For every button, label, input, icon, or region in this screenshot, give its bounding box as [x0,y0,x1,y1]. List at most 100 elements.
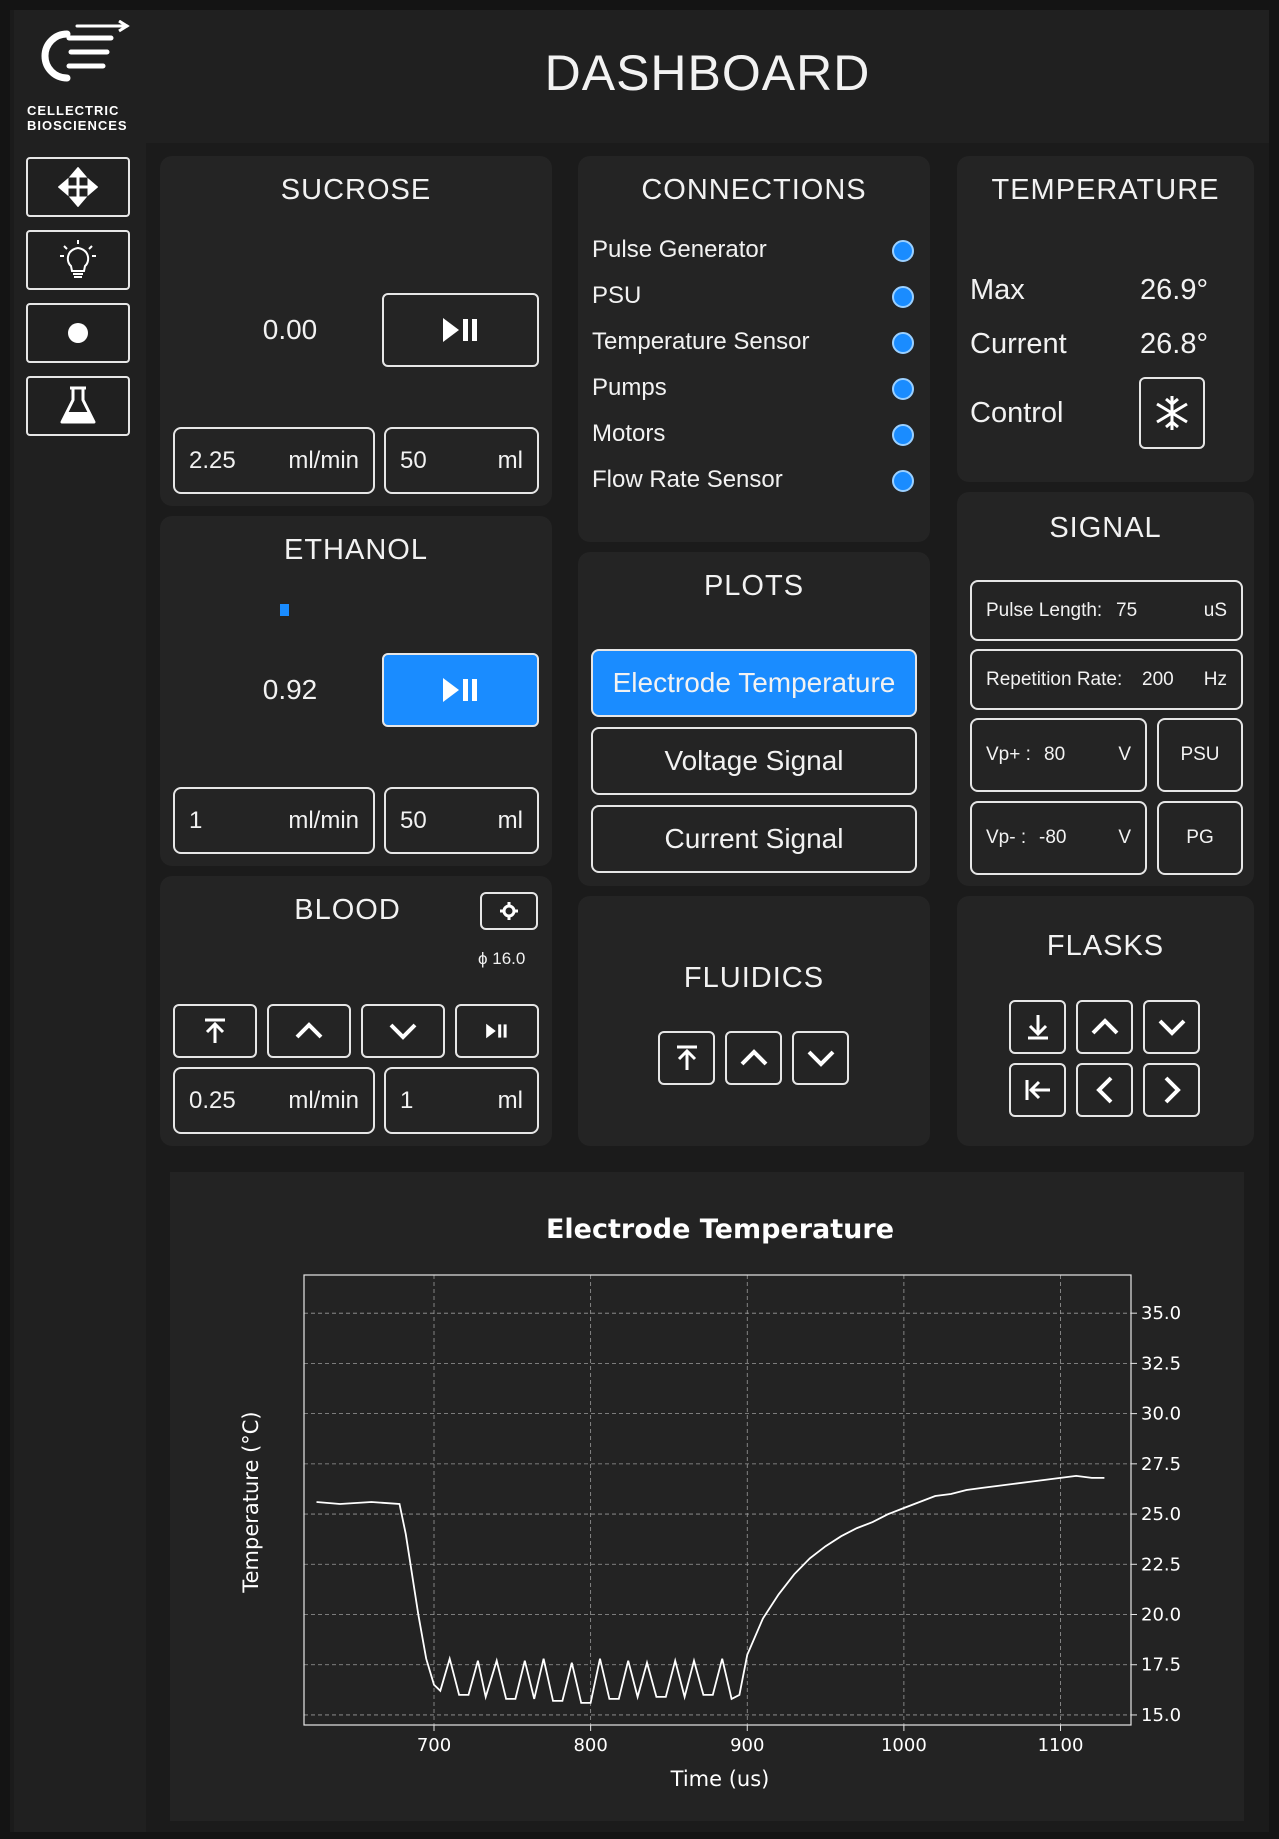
brand-line-1: CELLECTRIC [27,103,120,118]
flask-right-button[interactable] [1143,1063,1200,1117]
status-dot-icon [892,424,914,446]
blood-volume-unit: ml [497,1086,523,1114]
blood-flow-field[interactable]: 0.25 ml/min [173,1067,375,1134]
chart-y-axis-label: Temperature (°C) [239,1411,263,1593]
plot-button-label: Voltage Signal [664,745,844,776]
connection-item: Motors [592,420,914,448]
fluidics-to-top-button[interactable] [658,1031,715,1085]
plot-electrode-temperature-button[interactable]: Electrode Temperature [591,649,917,717]
plot-current-signal-button[interactable]: Current Signal [591,805,917,873]
arrow-to-top-icon [676,1045,697,1070]
flask-up-button[interactable] [1076,1000,1133,1054]
plot-voltage-signal-button[interactable]: Voltage Signal [591,727,917,795]
pulse-length-field[interactable]: Pulse Length: 75 uS [970,580,1243,641]
status-dot-icon [892,240,914,262]
chart-x-tick-label: 1000 [881,1735,927,1756]
sucrose-volume-unit: ml [497,446,523,474]
psu-button[interactable]: PSU [1157,718,1243,792]
connection-item: PSU [592,282,914,310]
chevron-down-icon [1158,1019,1185,1036]
connection-item: Flow Rate Sensor [592,466,914,494]
chart-y-tick-label: 20.0 [1141,1605,1181,1626]
vp-plus-field[interactable]: Vp+ : 80 V [970,718,1147,792]
flask-lower-button[interactable] [1009,1000,1066,1054]
flasks-panel: FLASKS [957,896,1254,1146]
psu-button-label: PSU [1180,744,1220,765]
blood-play-pause-button[interactable] [455,1004,539,1058]
connection-label: Pulse Generator [592,236,767,263]
connection-item: Temperature Sensor [592,328,914,356]
flask-left-button[interactable] [1076,1063,1133,1117]
ethanol-play-pause-button[interactable] [382,653,539,727]
repetition-rate-field[interactable]: Repetition Rate: 200 Hz [970,649,1243,710]
vp-plus-label: Vp+ : [986,744,1031,765]
plot-button-label: Electrode Temperature [612,667,896,698]
fluidics-up-button[interactable] [725,1031,782,1085]
chart-y-tick-label: 30.0 [1141,1404,1181,1425]
chevron-up-icon [1091,1018,1118,1035]
sucrose-play-pause-button[interactable] [382,293,539,367]
chart-y-tick-label: 32.5 [1141,1353,1181,1374]
blood-flow-value: 0.25 [189,1086,236,1114]
vp-minus-field[interactable]: Vp- : -80 V [970,801,1147,875]
temperature-max-label: Max [970,274,1025,306]
status-dot-icon [892,470,914,492]
pg-button[interactable]: PG [1157,801,1243,875]
chevron-down-icon [807,1050,834,1067]
blood-phi-readout: ϕ 16.0 [478,949,526,968]
connections-panel: CONNECTIONS Pulse Generator PSU Temperat… [578,156,930,542]
sucrose-volume-field[interactable]: 50 ml [384,427,539,494]
ethanol-progress-indicator [280,604,289,616]
chevron-up-icon [295,1022,323,1039]
blood-settings-button[interactable] [480,892,538,930]
ethanol-flow-field[interactable]: 1 ml/min [173,787,375,854]
cooling-control-button[interactable] [1139,377,1205,449]
chart-y-tick-label: 27.5 [1141,1454,1181,1475]
move-icon [58,167,98,207]
status-dot-icon [892,286,914,308]
flasks-title: FLASKS [1046,930,1165,962]
sucrose-panel: SUCROSE 0.00 2.25 ml/min 50 ml [160,156,552,506]
plots-title: PLOTS [703,570,805,602]
page-title: DASHBOARD [544,45,871,101]
flask-button[interactable] [26,376,130,436]
record-button[interactable] [26,303,130,363]
blood-up-button[interactable] [267,1004,351,1058]
flask-down-button[interactable] [1143,1000,1200,1054]
ethanol-volume-field[interactable]: 50 ml [384,787,539,854]
chart-y-tick-label: 25.0 [1141,1504,1181,1525]
snowflake-icon [1156,396,1188,430]
connections-title: CONNECTIONS [641,174,867,206]
pg-button-label: PG [1186,827,1214,848]
chart-x-tick-label: 900 [730,1735,764,1756]
vp-minus-unit: V [1118,827,1131,848]
connection-label: Temperature Sensor [592,328,810,355]
repetition-rate-unit: Hz [1203,668,1227,690]
fluidics-down-button[interactable] [792,1031,849,1085]
brand-line-2: BIOSCIENCES [27,118,128,133]
move-button[interactable] [26,157,130,217]
chevron-up-icon [740,1049,767,1066]
temperature-title: TEMPERATURE [991,174,1220,206]
repetition-rate-value: 200 [1142,668,1174,690]
arrow-to-bottom-icon [1027,1015,1048,1040]
temperature-current-value: 26.8° [1140,328,1209,360]
sucrose-flow-field[interactable]: 2.25 ml/min [173,427,375,494]
plot-button-label: Current Signal [664,823,844,854]
plots-panel: PLOTS Electrode Temperature Voltage Sign… [578,552,930,886]
chart-y-tick-label: 35.0 [1141,1303,1181,1324]
brand-logo: CELLECTRIC BIOSCIENCES [27,19,132,135]
light-button[interactable] [26,230,130,290]
blood-title: BLOOD [294,894,401,926]
chart-x-tick-label: 1100 [1038,1735,1084,1756]
blood-down-button[interactable] [361,1004,445,1058]
play-pause-icon [442,678,477,702]
signal-title: SIGNAL [1049,512,1162,544]
chart-series-line [316,1474,1105,1704]
arrow-to-top-icon [205,1018,225,1043]
flask-to-start-button[interactable] [1009,1063,1066,1117]
blood-to-top-button[interactable] [173,1004,257,1058]
sucrose-volume-value: 50 [400,446,427,474]
fluidics-title: FLUIDICS [683,962,825,994]
blood-volume-field[interactable]: 1 ml [384,1067,539,1134]
